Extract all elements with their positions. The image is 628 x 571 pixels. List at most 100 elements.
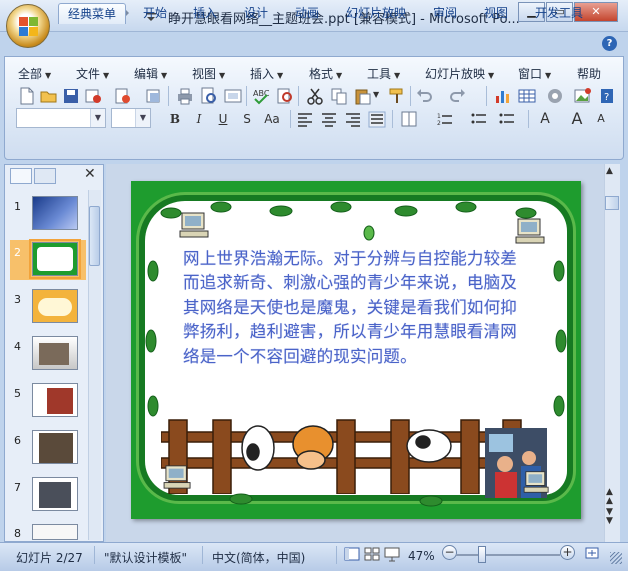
numbering-icon[interactable]: 12 <box>436 110 454 128</box>
office-button[interactable] <box>6 4 50 48</box>
tab-view[interactable]: 视图 <box>475 3 517 24</box>
justify-icon[interactable] <box>368 110 386 128</box>
copy-icon[interactable] <box>330 87 348 105</box>
shrink-font-button[interactable]: A <box>592 110 610 128</box>
tab-review[interactable]: 审阅 <box>424 3 466 24</box>
zoom-in-button[interactable]: + <box>560 545 575 560</box>
chevron-down-icon[interactable]: ▼ <box>373 90 379 99</box>
scroll-up-icon[interactable]: ▲ <box>606 166 613 176</box>
menu-slide-show[interactable]: 幻灯片放映 ▼ <box>425 65 494 81</box>
slide-thumbnail[interactable] <box>32 196 78 230</box>
cut-icon[interactable] <box>306 87 324 105</box>
format-painter-icon[interactable] <box>388 87 406 105</box>
slide-thumbnail-selected[interactable] <box>29 239 81 279</box>
font-color-button[interactable]: A <box>534 110 556 128</box>
slides-tab[interactable] <box>10 168 32 184</box>
tab-slide-show[interactable]: 幻灯片放映 <box>337 3 415 24</box>
font-size-combo[interactable]: ▼ <box>111 108 151 128</box>
toolbar-separator <box>246 86 247 106</box>
fit-to-window-icon[interactable] <box>584 545 600 561</box>
slide-view-icon[interactable] <box>224 87 242 105</box>
slide-thumbnail[interactable] <box>32 430 78 464</box>
slide-thumbnail[interactable] <box>32 336 78 370</box>
menu-edit[interactable]: 编辑 ▼ <box>134 65 167 81</box>
slide-vertical-scrollbar[interactable] <box>604 164 620 542</box>
slide-thumbnail[interactable] <box>32 289 78 323</box>
save-icon[interactable] <box>62 87 80 105</box>
color-grayscale-icon[interactable] <box>546 87 564 105</box>
slide-show-view-icon[interactable] <box>384 546 400 562</box>
slide-thumbnail[interactable] <box>32 383 78 417</box>
tab-animations[interactable]: 动画 <box>286 3 328 24</box>
columns-icon[interactable] <box>400 110 418 128</box>
open-folder-icon[interactable] <box>40 87 58 105</box>
italic-button[interactable]: I <box>188 110 210 128</box>
font-name-combo[interactable]: ▼ <box>16 108 106 128</box>
chevron-down-icon[interactable]: ▼ <box>135 109 150 127</box>
bold-button[interactable]: B <box>164 110 186 128</box>
change-case-button[interactable]: Aa <box>259 110 285 128</box>
zoom-level[interactable]: 47% <box>408 549 435 563</box>
slides-pane-scroll-thumb[interactable] <box>89 206 100 266</box>
help-icon[interactable]: ? <box>602 36 617 51</box>
table-icon[interactable] <box>518 87 536 105</box>
language-indicator[interactable]: 中文(简体，中国) <box>212 549 305 566</box>
tab-home[interactable]: 开始 <box>134 3 176 24</box>
menu-tools[interactable]: 工具 ▼ <box>367 65 400 81</box>
resize-grip-icon[interactable] <box>610 552 622 564</box>
chart-icon[interactable] <box>494 87 512 105</box>
redo-icon[interactable] <box>448 87 466 105</box>
slide-thumbnail[interactable] <box>32 524 78 540</box>
help-book-icon[interactable]: ? <box>598 87 616 105</box>
menu-format[interactable]: 格式 ▼ <box>309 65 342 81</box>
menu-file[interactable]: 文件 ▼ <box>76 65 109 81</box>
align-left-icon[interactable] <box>296 110 314 128</box>
grow-font-button[interactable]: A <box>566 110 588 128</box>
insert-picture-icon[interactable] <box>574 87 592 105</box>
menu-view[interactable]: 视图 ▼ <box>192 65 225 81</box>
research-icon[interactable] <box>276 87 294 105</box>
tab-insert[interactable]: 插入 <box>184 3 226 24</box>
menu-window[interactable]: 窗口 ▼ <box>518 65 551 81</box>
outline-tab[interactable] <box>34 168 56 184</box>
zoom-out-button[interactable]: − <box>442 545 457 560</box>
bullets-icon[interactable] <box>498 110 516 128</box>
attach-icon[interactable] <box>144 87 162 105</box>
next-slide-icon[interactable]: ▼ ▼ <box>606 508 613 526</box>
office-logo-icon <box>19 17 39 37</box>
tab-design[interactable]: 设计 <box>235 3 277 24</box>
spelling-icon[interactable]: ABC <box>252 87 270 105</box>
tab-developer[interactable]: 开发工具 <box>526 3 592 24</box>
slide-sorter-view-icon[interactable] <box>364 546 380 562</box>
new-document-icon[interactable] <box>18 87 36 105</box>
bullets-icon[interactable] <box>470 110 488 128</box>
menu-insert[interactable]: 插入 ▼ <box>250 65 283 81</box>
design-template-name[interactable]: "默认设计模板" <box>104 549 187 566</box>
print-preview-icon[interactable] <box>200 87 218 105</box>
normal-view-icon[interactable] <box>344 546 360 562</box>
paste-icon[interactable] <box>354 87 372 105</box>
print-icon[interactable] <box>176 87 194 105</box>
slide-body-text[interactable]: 网上世界浩瀚无际。对于分辨与自控能力较差而追求新奇、刺激心强的青少年来说，电脑及… <box>183 247 533 369</box>
undo-icon[interactable] <box>416 87 434 105</box>
tab-classic-menu[interactable]: 经典菜单 <box>58 3 127 24</box>
toolbar-separator <box>410 86 411 106</box>
slide-canvas[interactable]: 网上世界浩瀚无际。对于分辨与自控能力较差而追求新奇、刺激心强的青少年来说，电脑及… <box>131 181 581 519</box>
previous-slide-icon[interactable]: ▲ ▲ <box>606 488 613 506</box>
shadow-button[interactable]: S <box>236 110 258 128</box>
slide-thumbnail[interactable] <box>32 477 78 511</box>
chevron-down-icon[interactable]: ▼ <box>90 109 105 127</box>
menu-all[interactable]: 全部 ▼ <box>18 65 51 81</box>
menu-help[interactable]: 帮助 <box>577 65 601 81</box>
align-right-icon[interactable] <box>344 110 362 128</box>
permission-icon[interactable] <box>84 87 102 105</box>
svg-text:2: 2 <box>437 120 441 127</box>
zoom-slider-thumb[interactable] <box>478 546 486 563</box>
zoom-slider-track[interactable] <box>456 554 560 556</box>
scroll-thumb[interactable] <box>605 196 619 210</box>
computer-icon <box>163 465 191 489</box>
email-icon[interactable] <box>114 87 132 105</box>
close-pane-icon[interactable]: ✕ <box>84 166 96 182</box>
underline-button[interactable]: U <box>212 110 234 128</box>
align-center-icon[interactable] <box>320 110 338 128</box>
